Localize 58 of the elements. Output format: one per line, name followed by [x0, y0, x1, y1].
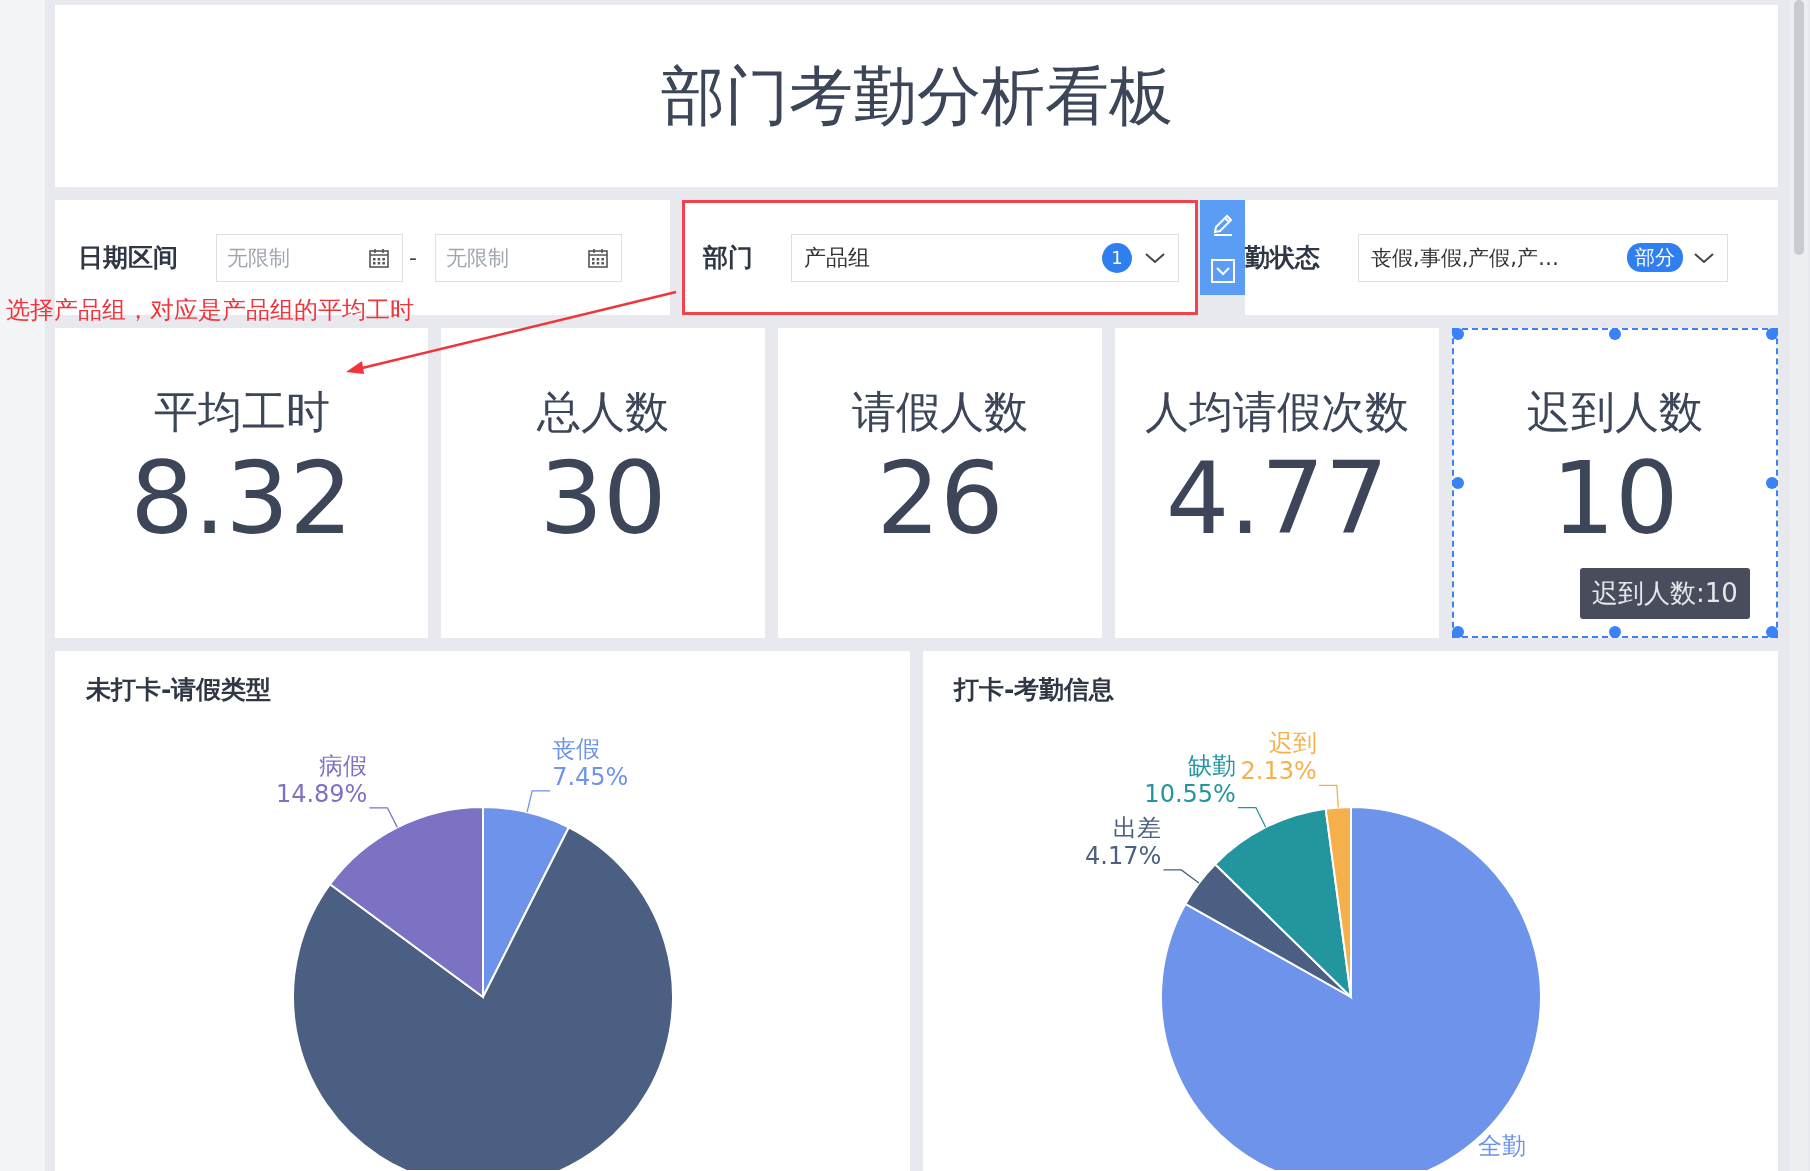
kpi-card[interactable]: 人均请假次数 4.77 — [1115, 328, 1439, 638]
kpi-label: 总人数 — [537, 385, 669, 439]
resize-handle[interactable] — [1452, 626, 1464, 638]
partial-badge: 部分 — [1627, 243, 1683, 272]
kpi-card[interactable]: 迟到人数 10 迟到人数:10 — [1452, 328, 1778, 638]
kpi-value: 26 — [876, 446, 1004, 551]
annotation-text: 选择产品组，对应是产品组的平均工时 — [6, 295, 414, 326]
range-separator: - — [409, 245, 417, 270]
category-label: 缺勤 — [1187, 751, 1236, 780]
filter-label: 部门 — [703, 242, 753, 274]
category-label: 丧假 — [552, 734, 601, 763]
percent-label: 10.55% — [1144, 779, 1236, 808]
scrollbar[interactable] — [1790, 0, 1808, 1171]
status-select[interactable]: 丧假,事假,产假,产… 部分 — [1358, 233, 1728, 282]
dashboard-title: 部门考勤分析看板 — [660, 57, 1173, 135]
resize-handle[interactable] — [1609, 328, 1621, 340]
leader-line — [1237, 806, 1267, 828]
percent-label: 4.17% — [1085, 841, 1162, 870]
leader-line — [368, 807, 398, 829]
filter-label: 日期区间 — [78, 242, 178, 274]
category-label: 出差 — [1113, 813, 1162, 842]
percent-label: 2.13% — [1240, 757, 1317, 786]
kpi-label: 迟到人数 — [1527, 385, 1703, 439]
kpi-label: 人均请假次数 — [1145, 385, 1409, 439]
leader-line — [1318, 784, 1339, 809]
chevron-down-icon — [1693, 250, 1715, 265]
dropdown-icon[interactable] — [1209, 258, 1236, 285]
resize-handle[interactable] — [1766, 477, 1778, 489]
kpi-card[interactable]: 总人数 30 — [441, 328, 765, 638]
category-label: 全勤 — [1478, 1132, 1527, 1160]
resize-handle[interactable] — [1609, 626, 1621, 638]
count-badge: 1 — [1102, 242, 1132, 273]
leader-line — [1162, 869, 1200, 884]
resize-handle[interactable] — [1766, 626, 1778, 638]
chart-title: 未打卡-请假类型 — [85, 674, 273, 706]
leader-line — [526, 790, 551, 813]
filter-label: 勤状态 — [1245, 242, 1320, 274]
category-label: 病假 — [319, 751, 368, 780]
chart-title: 打卡-考勤信息 — [952, 674, 1116, 706]
percent-label: 14.89% — [275, 779, 368, 808]
kpi-value: 4.77 — [1165, 446, 1389, 551]
resize-handle[interactable] — [1766, 328, 1778, 340]
resize-handle[interactable] — [1452, 328, 1464, 340]
kpi-value: 8.32 — [130, 446, 353, 551]
end-date-field[interactable]: 无限制 — [434, 233, 622, 282]
kpi-card[interactable]: 请假人数 26 — [778, 328, 1102, 638]
department-select[interactable]: 产品组 1 — [791, 233, 1179, 282]
kpi-label: 请假人数 — [852, 385, 1028, 439]
kpi-label: 平均工时 — [153, 385, 330, 439]
percent-label: 7.45% — [552, 762, 629, 791]
start-date-field[interactable]: 无限制 — [216, 233, 403, 282]
chevron-down-icon — [1144, 250, 1166, 265]
resize-handle[interactable] — [1452, 477, 1464, 489]
category-label: 迟到 — [1268, 729, 1317, 758]
kpi-value: 10 — [1551, 446, 1679, 551]
kpi-card[interactable]: 平均工时 8.32 — [55, 328, 428, 638]
tooltip: 迟到人数:10 — [1580, 568, 1750, 619]
kpi-value: 30 — [539, 446, 667, 551]
